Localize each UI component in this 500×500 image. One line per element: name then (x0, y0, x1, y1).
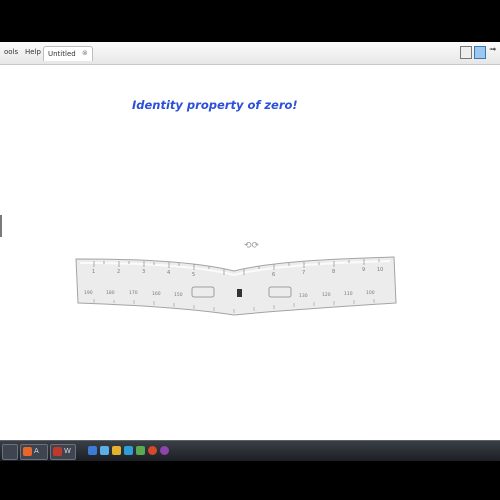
taskbar: A W (0, 440, 500, 461)
svg-text:6: 6 (272, 272, 275, 278)
svg-text:8: 8 (332, 269, 335, 275)
ie-icon[interactable] (124, 446, 133, 455)
svg-text:150: 150 (174, 292, 183, 298)
svg-text:7: 7 (302, 270, 305, 276)
quicklaunch-1-icon[interactable] (88, 446, 97, 455)
screen-icon[interactable] (474, 46, 486, 59)
quicklaunch-3-icon[interactable] (112, 446, 121, 455)
ruler-svg: ⟲⟳ 1 2 3 4 5 6 7 8 9 10 190 180 170 160 … (75, 241, 397, 316)
svg-text:120: 120 (322, 292, 331, 298)
tab-close-icon[interactable]: ⊗ (82, 49, 88, 57)
svg-text:100: 100 (366, 290, 375, 296)
arrow-icon[interactable]: ➟ (489, 45, 497, 55)
svg-text:5: 5 (192, 272, 195, 278)
quicklaunch-5-icon[interactable] (136, 446, 145, 455)
menu-bar: ools Help Untitled ⊗ ➟ (0, 42, 500, 65)
page-title: Identity property of zero! (132, 98, 298, 112)
svg-text:9: 9 (362, 267, 365, 273)
svg-text:130: 130 (299, 293, 308, 299)
tab-untitled[interactable]: Untitled ⊗ (43, 46, 93, 61)
menu-help[interactable]: Help (25, 48, 41, 56)
svg-text:180: 180 (106, 290, 115, 296)
ruler-center-marker (237, 289, 242, 297)
menu-tools[interactable]: ools (4, 48, 18, 56)
ruler-tool[interactable]: ⟲⟳ 1 2 3 4 5 6 7 8 9 10 190 180 170 160 … (74, 237, 404, 319)
svg-text:4: 4 (167, 270, 170, 276)
app-w-icon (53, 447, 62, 456)
start-button[interactable] (2, 444, 18, 460)
svg-text:160: 160 (152, 291, 161, 297)
side-panel-handle[interactable] (0, 215, 2, 237)
page-icon[interactable] (460, 46, 472, 59)
taskbar-app-a[interactable]: A (20, 444, 48, 460)
smartboard-window: ools Help Untitled ⊗ ➟ Identity property… (0, 42, 500, 440)
rotate-handle-icon: ⟲⟳ (244, 241, 260, 251)
svg-text:1: 1 (92, 269, 95, 275)
app-a-icon (23, 447, 32, 456)
quicklaunch-2-icon[interactable] (100, 446, 109, 455)
app-a-label: A (34, 447, 39, 455)
taskbar-app-w[interactable]: W (50, 444, 76, 460)
svg-text:2: 2 (117, 269, 120, 275)
svg-text:3: 3 (142, 269, 145, 275)
quicklaunch-6-icon[interactable] (148, 446, 157, 455)
svg-text:170: 170 (129, 290, 138, 296)
app-w-label: W (64, 447, 71, 455)
svg-text:10: 10 (377, 267, 383, 273)
tab-label: Untitled (48, 50, 76, 58)
quicklaunch-7-icon[interactable] (160, 446, 169, 455)
ruler-body (75, 256, 397, 316)
svg-text:190: 190 (84, 290, 93, 296)
svg-text:110: 110 (344, 291, 353, 297)
